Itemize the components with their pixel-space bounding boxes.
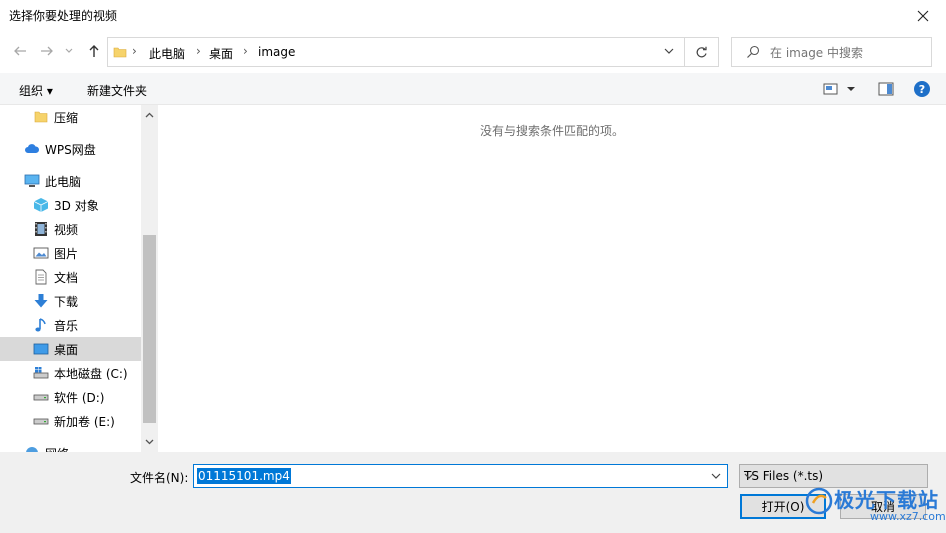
- drive-icon: [33, 389, 49, 405]
- nav-item-label: 压缩: [54, 110, 79, 125]
- organize-button[interactable]: 组织 ▾: [19, 82, 53, 99]
- filename-input[interactable]: 01115101.mp4: [193, 464, 728, 488]
- nav-item-music[interactable]: 音乐: [0, 313, 141, 337]
- back-button[interactable]: [10, 41, 30, 61]
- navigation-pane-scrollbar[interactable]: [141, 105, 158, 452]
- breadcrumb-image[interactable]: image: [258, 45, 295, 59]
- file-type-dropdown-button[interactable]: [744, 469, 921, 483]
- breadcrumb-this-pc[interactable]: 此电脑: [149, 45, 185, 62]
- navigation-pane: 压缩 WPS网盘 此电脑 3D 对象 视频 图片 文档 下载 音乐 桌面 本地磁…: [0, 105, 141, 452]
- folder-icon: [113, 47, 127, 58]
- nav-item-label: 文档: [54, 270, 79, 285]
- scrollbar-thumb[interactable]: [143, 235, 156, 423]
- refresh-icon: [696, 46, 707, 57]
- refresh-button[interactable]: [684, 37, 719, 67]
- cancel-button[interactable]: 取消: [840, 494, 926, 519]
- new-folder-button[interactable]: 新建文件夹: [87, 82, 147, 99]
- nav-item-label: 本地磁盘 (C:): [54, 366, 128, 381]
- nav-item-wps-cloud[interactable]: WPS网盘: [0, 137, 141, 161]
- filename-label: 文件名(N):: [130, 471, 189, 485]
- nav-item-desktop[interactable]: 桌面: [0, 337, 141, 361]
- breadcrumb-separator: ›: [243, 44, 248, 58]
- nav-item-drive-d[interactable]: 软件 (D:): [0, 385, 141, 409]
- chevron-down-icon: [65, 48, 73, 53]
- nav-item-label: 下载: [54, 294, 79, 309]
- nav-item-label: 新加卷 (E:): [54, 414, 115, 429]
- nav-item-3d-objects[interactable]: 3D 对象: [0, 193, 141, 217]
- document-icon: [33, 269, 49, 285]
- nav-item-videos[interactable]: 视频: [0, 217, 141, 241]
- nav-item-compress[interactable]: 压缩: [0, 105, 141, 129]
- preview-pane-icon: [878, 82, 894, 96]
- cloud-icon: [24, 141, 40, 157]
- navigation-bar: › 此电脑 › 桌面 › image: [0, 31, 946, 71]
- nav-item-label: 3D 对象: [54, 198, 99, 213]
- breadcrumb-separator: ›: [196, 44, 201, 58]
- search-input[interactable]: [770, 44, 925, 62]
- chevron-down-icon: [744, 473, 754, 479]
- address-bar[interactable]: › 此电脑 › 桌面 › image: [107, 37, 685, 67]
- nav-item-label: 图片: [54, 246, 79, 261]
- filename-value[interactable]: 01115101.mp4: [197, 468, 291, 484]
- scroll-up-button[interactable]: [141, 105, 158, 125]
- nav-item-label: 桌面: [54, 342, 79, 357]
- nav-item-drive-e[interactable]: 新加卷 (E:): [0, 409, 141, 433]
- forward-button[interactable]: [37, 41, 57, 61]
- nav-item-pictures[interactable]: 图片: [0, 241, 141, 265]
- nav-item-label: 视频: [54, 222, 79, 237]
- arrow-right-icon: [41, 46, 53, 56]
- search-box[interactable]: [731, 37, 932, 67]
- nav-item-documents[interactable]: 文档: [0, 265, 141, 289]
- chevron-up-icon: [145, 112, 154, 118]
- breadcrumb-desktop[interactable]: 桌面: [209, 45, 233, 62]
- drive-icon: [33, 413, 49, 429]
- nav-item-label: 音乐: [54, 318, 79, 333]
- command-toolbar: 组织 ▾ 新建文件夹 ?: [0, 73, 946, 105]
- address-dropdown-button[interactable]: [664, 44, 674, 58]
- view-options-icon: [823, 83, 855, 95]
- close-icon: [917, 10, 929, 21]
- nav-item-network[interactable]: 网络: [0, 441, 141, 452]
- download-icon: [33, 293, 49, 309]
- network-icon: [24, 445, 40, 452]
- up-button[interactable]: [84, 41, 104, 61]
- arrow-left-icon: [14, 46, 26, 56]
- nav-item-drive-c[interactable]: 本地磁盘 (C:): [0, 361, 141, 385]
- scroll-down-button[interactable]: [141, 432, 158, 452]
- computer-icon: [24, 173, 40, 189]
- file-dialog-footer: 文件名(N): 01115101.mp4 TS Files (*.ts) 打开(…: [0, 452, 946, 533]
- window-title: 选择你要处理的视频: [9, 9, 118, 23]
- nav-item-this-pc[interactable]: 此电脑: [0, 169, 141, 193]
- breadcrumb-separator: ›: [132, 44, 137, 58]
- nav-item-label: 软件 (D:): [54, 390, 105, 405]
- video-icon: [33, 221, 49, 237]
- help-icon[interactable]: ?: [914, 81, 930, 97]
- file-type-select[interactable]: TS Files (*.ts): [739, 464, 928, 488]
- desktop-icon: [33, 341, 49, 357]
- arrow-up-icon: [89, 45, 99, 57]
- nav-item-label: 此电脑: [45, 174, 82, 189]
- chevron-down-icon: [711, 473, 721, 479]
- music-icon: [33, 317, 49, 333]
- search-icon: [747, 45, 760, 58]
- recent-locations-button[interactable]: [62, 41, 76, 61]
- filename-dropdown-button[interactable]: [711, 469, 721, 483]
- nav-item-downloads[interactable]: 下载: [0, 289, 141, 313]
- empty-message: 没有与搜索条件匹配的项。: [479, 124, 624, 138]
- open-button[interactable]: 打开(O): [740, 494, 826, 519]
- title-bar: 选择你要处理的视频: [0, 0, 946, 31]
- picture-icon: [33, 245, 49, 261]
- file-list[interactable]: 没有与搜索条件匹配的项。: [158, 105, 946, 452]
- nav-item-label: 网络: [45, 445, 69, 453]
- close-button[interactable]: [900, 0, 946, 31]
- drive-c-icon: [33, 365, 49, 381]
- nav-item-label: WPS网盘: [45, 142, 96, 157]
- change-view-button[interactable]: [823, 82, 859, 99]
- preview-pane-button[interactable]: [878, 82, 894, 99]
- folder-icon: [33, 109, 49, 125]
- cube-icon: [33, 197, 49, 213]
- chevron-down-icon: [664, 48, 674, 54]
- chevron-down-icon: [145, 439, 154, 445]
